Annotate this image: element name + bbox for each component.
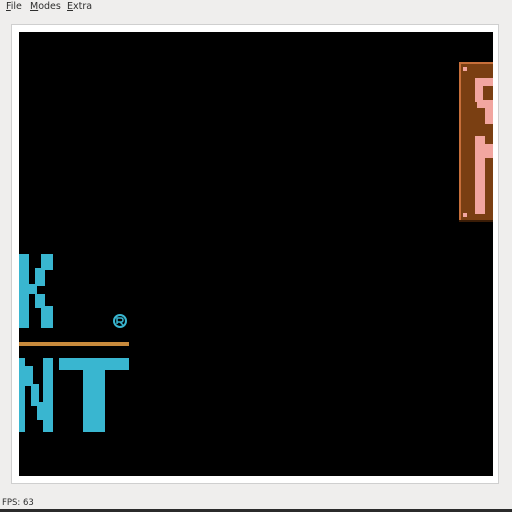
status-bar: FPS: 63: [0, 496, 512, 510]
title-letter-n: [19, 358, 53, 432]
title-underline: [19, 342, 129, 346]
registered-mark: [113, 314, 127, 328]
menu-extra[interactable]: Extra: [67, 1, 92, 13]
game-screen[interactable]: [19, 32, 493, 476]
fps-counter: FPS: 63: [2, 498, 34, 508]
title-letter-k: [19, 254, 53, 328]
sign-board: [459, 62, 493, 222]
menu-bar: File Modes Extra: [0, 0, 512, 14]
menu-file[interactable]: File: [6, 1, 22, 13]
game-graphics: [19, 62, 493, 432]
menu-modes[interactable]: Modes: [30, 1, 61, 13]
title-letter-t: [59, 358, 129, 432]
